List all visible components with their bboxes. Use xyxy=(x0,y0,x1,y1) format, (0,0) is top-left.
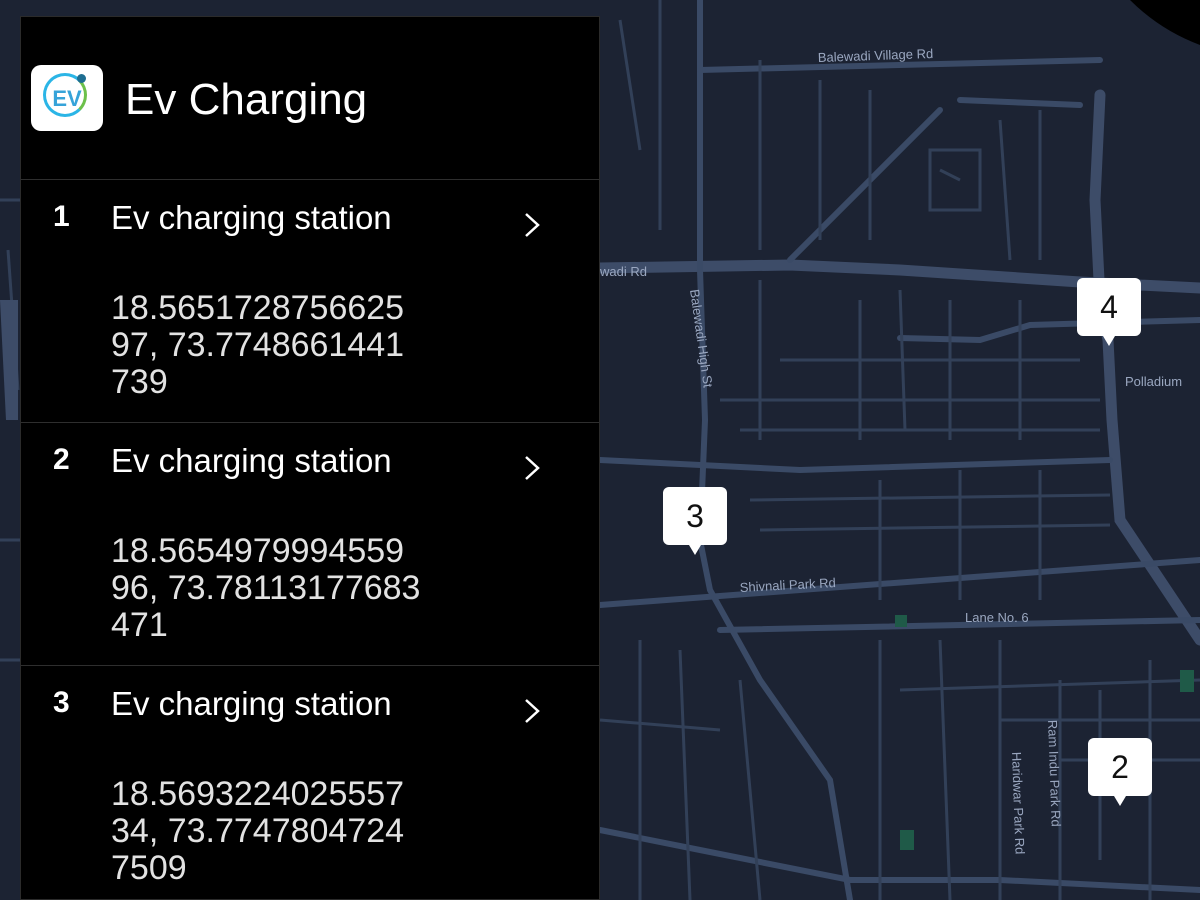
ev-logo-icon: EV xyxy=(31,65,103,131)
station-coordinates: 18.565497999455996, 73.78113177683471 xyxy=(111,532,421,644)
station-list-item[interactable]: 3 Ev charging station 18.569322402555734… xyxy=(21,666,599,899)
station-name: Ev charging station xyxy=(111,442,392,479)
map-marker[interactable]: 4 xyxy=(1077,278,1141,346)
chevron-right-icon[interactable] xyxy=(517,451,547,485)
station-list-item[interactable]: 2 Ev charging station 18.565497999455996… xyxy=(21,423,599,666)
app-title: Ev Charging xyxy=(125,75,368,124)
station-coordinates: 18.565172875662597, 73.7748661441739 xyxy=(111,289,405,401)
station-number: 3 xyxy=(53,686,70,719)
chevron-right-icon[interactable] xyxy=(517,694,547,728)
station-name: Ev charging station xyxy=(111,685,392,722)
chevron-right-icon[interactable] xyxy=(517,208,547,242)
station-number: 1 xyxy=(53,200,70,233)
map-marker[interactable]: 3 xyxy=(663,487,727,555)
panel-header: EV Ev Charging xyxy=(21,17,599,180)
map-label: Polladium xyxy=(1125,374,1182,389)
map-marker[interactable]: 2 xyxy=(1088,738,1152,806)
station-list-panel: EV Ev Charging 1 Ev charging station 18.… xyxy=(20,16,600,900)
station-name: Ev charging station xyxy=(111,199,392,236)
station-coordinates: 18.569322402555734, 73.77478047247509 xyxy=(111,775,405,887)
map-label: Lane No. 6 xyxy=(965,610,1029,625)
station-number: 2 xyxy=(53,443,70,476)
station-list-item[interactable]: 1 Ev charging station 18.565172875662597… xyxy=(21,180,599,423)
map-label: wadi Rd xyxy=(599,264,647,279)
